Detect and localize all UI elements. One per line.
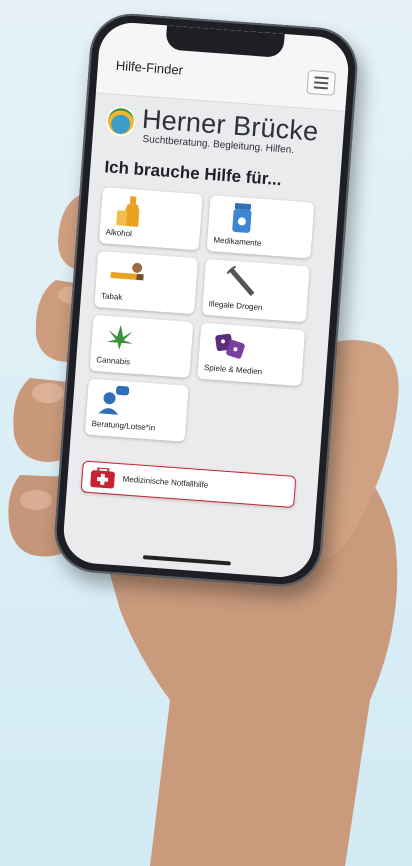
emergency-button[interactable]: Medizinische Notfallhilfe (80, 460, 297, 509)
first-aid-kit-icon (90, 467, 115, 489)
category-card-beratung[interactable]: Beratung/Lotse*in (84, 378, 189, 442)
category-card-medikamente[interactable]: Medikamente (206, 195, 315, 259)
syringe-icon (226, 265, 255, 297)
dice-gamepad-icon (215, 333, 245, 359)
pill-bottle-icon (232, 202, 252, 233)
category-card-cannabis[interactable]: Cannabis (89, 314, 194, 378)
emergency-label: Medizinische Notfallhilfe (122, 474, 209, 490)
brand-logo: Herner Brücke Suchtberatung. Begleitung.… (104, 103, 335, 168)
cigarette-icon (110, 262, 144, 281)
smartphone: Hilfe-Finder Herner Brücke Suchtberatung… (51, 10, 361, 590)
bottle-icon (116, 196, 140, 227)
category-label: Illegale Drogen (208, 299, 263, 313)
category-label: Tabak (100, 291, 123, 302)
counselor-speech-icon (98, 385, 130, 415)
cannabis-leaf-icon (106, 324, 133, 350)
hamburger-menu-button[interactable] (306, 69, 337, 96)
category-label: Medikamente (213, 235, 262, 248)
category-card-alkohol[interactable]: Alkohol (98, 187, 203, 251)
header-title: Hilfe-Finder (115, 57, 184, 78)
horse-emblem-icon (104, 105, 137, 138)
category-label: Alkohol (105, 227, 133, 239)
category-card-tabak[interactable]: Tabak (94, 250, 199, 315)
home-indicator (142, 555, 231, 566)
category-card-spiele-medien[interactable]: Spiele & Medien (197, 322, 306, 387)
category-label: Spiele & Medien (203, 363, 263, 377)
category-card-illegale-drogen[interactable]: Illegale Drogen (201, 258, 310, 323)
category-label: Cannabis (96, 355, 131, 367)
category-label: Beratung/Lotse*in (91, 418, 156, 433)
phone-screen: Hilfe-Finder Herner Brücke Suchtberatung… (61, 20, 351, 580)
